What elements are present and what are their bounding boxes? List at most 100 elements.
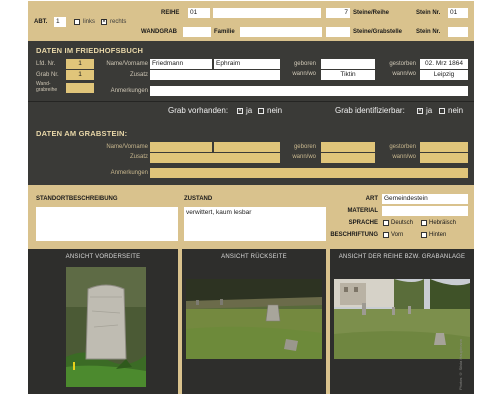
gs-gestorben-label: gestorben — [389, 144, 416, 150]
abt-label: ABT. — [34, 19, 48, 25]
front-photo[interactable] — [66, 267, 146, 387]
name-vorname-label: Name/Vorname — [106, 61, 148, 67]
vorname-field[interactable]: Ephraim — [214, 59, 280, 69]
vorn-checkbox[interactable] — [383, 232, 389, 238]
material-field[interactable] — [382, 206, 468, 216]
grabstein-section: DATEN AM GRABSTEIN: Name/Vorname Zusatz … — [28, 125, 474, 185]
grab-nr-label: Grab Nr. — [36, 72, 59, 78]
gs-anmerkungen-field[interactable] — [150, 168, 468, 178]
reihe-label: REIHE — [161, 10, 180, 16]
gs-geboren-wann-wo-label: wann/wo — [292, 154, 316, 160]
zustand-label: ZUSTAND — [184, 196, 213, 202]
standort-field[interactable] — [36, 207, 178, 241]
zustand-field[interactable]: verwittert, kaum lesbar — [184, 207, 326, 241]
gs-vorname-field[interactable] — [214, 142, 280, 152]
gs-name-field[interactable] — [150, 142, 212, 152]
gs-geboren-ort-field[interactable] — [321, 153, 375, 163]
steine-reihe-label: Steine/Reihe — [353, 10, 390, 16]
row-caption: ANSICHT DER REIHE BZW. GRABANLAGE — [338, 254, 466, 260]
deutsch-checkbox[interactable] — [383, 220, 389, 226]
grabstein-title: DATEN AM GRABSTEIN: — [36, 129, 128, 138]
zusatz-label: Zusatz — [129, 72, 148, 78]
geboren-label: geboren — [293, 61, 316, 67]
grab-identifizierbar-label: Grab identifizierbar: — [335, 106, 405, 115]
hebraeisch-label: Hebräisch — [429, 220, 457, 226]
lfd-nr-label: Lfd. Nr. — [36, 61, 56, 67]
wandgrab-field[interactable] — [183, 27, 211, 37]
gestorben-field[interactable]: 02. Mrz 1864 — [420, 59, 468, 69]
friedhofsbuch-title: DATEN IM FRIEDHOFSBUCH — [36, 46, 144, 55]
geboren-ort-field[interactable]: Tiktin — [321, 70, 375, 80]
grab-vorhanden-label: Grab vorhanden: — [168, 106, 229, 115]
stein-nr-label: Stein Nr. — [416, 10, 441, 16]
back-caption: ANSICHT RÜCKSEITE — [221, 254, 287, 260]
grab-nr-field[interactable]: 1 — [66, 70, 94, 80]
grab-identifizierbar-ja-label: ja — [426, 106, 433, 115]
steine-grabstelle-label: Steine/Grabstelle — [353, 29, 403, 35]
grab-vorhanden-nein-checkbox[interactable] — [258, 108, 264, 114]
wandgrabreihe-label: Wand- grabreihe — [36, 81, 58, 93]
hinten-label: Hinten — [429, 232, 447, 238]
wandgrab-label: WANDGRAB — [141, 29, 177, 35]
reihe-extra-field[interactable] — [213, 8, 321, 18]
back-photo-image — [186, 279, 322, 359]
lfd-nr-field[interactable]: 1 — [66, 59, 94, 69]
rechts-checkbox[interactable]: × — [101, 19, 107, 25]
familie-label: Familie — [214, 29, 235, 35]
gs-zusatz-label: Zusatz — [129, 154, 148, 160]
grab-identifizierbar-ja-checkbox[interactable]: × — [417, 108, 423, 114]
abt-field[interactable]: 1 — [54, 17, 66, 27]
gestorben-label: gestorben — [389, 61, 416, 67]
gs-geboren-label: geboren — [293, 144, 316, 150]
photo-divider-2 — [326, 249, 330, 394]
anmerkungen-field[interactable] — [150, 86, 468, 96]
grab-identifizierbar-nein-label: nein — [448, 106, 464, 115]
photo-divider-1 — [178, 249, 182, 394]
steine-reihe-field[interactable]: 7 — [326, 8, 350, 18]
front-photo-image — [66, 267, 146, 387]
section-divider — [28, 101, 474, 102]
gestorben-wann-wo-label: wann/wo — [392, 71, 416, 77]
geboren-field[interactable] — [321, 59, 375, 69]
stein-nr-field[interactable]: 01 — [448, 8, 468, 18]
grave-record-card: ABT. 1 links × rechts REIHE 01 7 Steine/… — [28, 1, 474, 394]
gs-gestorben-wann-wo-label: wann/wo — [392, 154, 416, 160]
gs-gestorben-ort-field[interactable] — [420, 153, 468, 163]
vorn-label: Vorn — [391, 232, 404, 238]
back-photo[interactable] — [186, 279, 322, 359]
art-field[interactable]: Gemeindestein — [382, 194, 468, 204]
photos-section: ANSICHT VORDERSEITE ANSICHT RÜCKSEITE AN… — [28, 249, 474, 394]
row-photo[interactable] — [334, 279, 470, 359]
beschriftung-label: BESCHRIFTUNG — [330, 232, 378, 238]
links-label: links — [83, 19, 96, 25]
familie-field[interactable] — [240, 27, 322, 37]
sprache-label: SPRACHE — [348, 220, 378, 226]
grab-vorhanden-ja-checkbox[interactable]: × — [237, 108, 243, 114]
name-field[interactable]: Friedmann — [150, 59, 212, 69]
grab-identifizierbar-nein-checkbox[interactable] — [439, 108, 445, 114]
row-photo-image — [334, 279, 470, 359]
geboren-wann-wo-label: wann/wo — [292, 71, 316, 77]
friedhofsbuch-section: DATEN IM FRIEDHOFSBUCH Lfd. Nr. 1 Grab N… — [28, 41, 474, 125]
gs-geboren-field[interactable] — [321, 142, 375, 152]
stein-nr2-field[interactable] — [448, 27, 468, 37]
anmerkungen-label: Anmerkungen — [110, 88, 148, 94]
rechts-label: rechts — [110, 19, 127, 25]
gestorben-ort-field[interactable]: Leipzig — [420, 70, 468, 80]
hinten-checkbox[interactable] — [421, 232, 427, 238]
standort-label: STANDORTBESCHREIBUNG — [36, 196, 118, 202]
reihe-field[interactable]: 01 — [188, 8, 210, 18]
links-checkbox[interactable] — [74, 19, 80, 25]
gs-anmerkungen-label: Anmerkungen — [110, 170, 148, 176]
stein-nr2-label: Stein Nr. — [416, 29, 441, 35]
steine-grabstelle-field[interactable] — [326, 27, 350, 37]
gs-gestorben-field[interactable] — [420, 142, 468, 152]
gs-name-label: Name/Vorname — [106, 144, 148, 150]
gs-zusatz-field[interactable] — [150, 153, 280, 163]
hebraeisch-checkbox[interactable] — [421, 220, 427, 226]
grab-vorhanden-ja-label: ja — [246, 106, 253, 115]
zusatz-field[interactable] — [150, 70, 280, 80]
art-label: ART — [365, 196, 378, 202]
photo-credit: Photos © Silvia Hauptmann — [458, 339, 463, 391]
deutsch-label: Deutsch — [391, 220, 414, 226]
